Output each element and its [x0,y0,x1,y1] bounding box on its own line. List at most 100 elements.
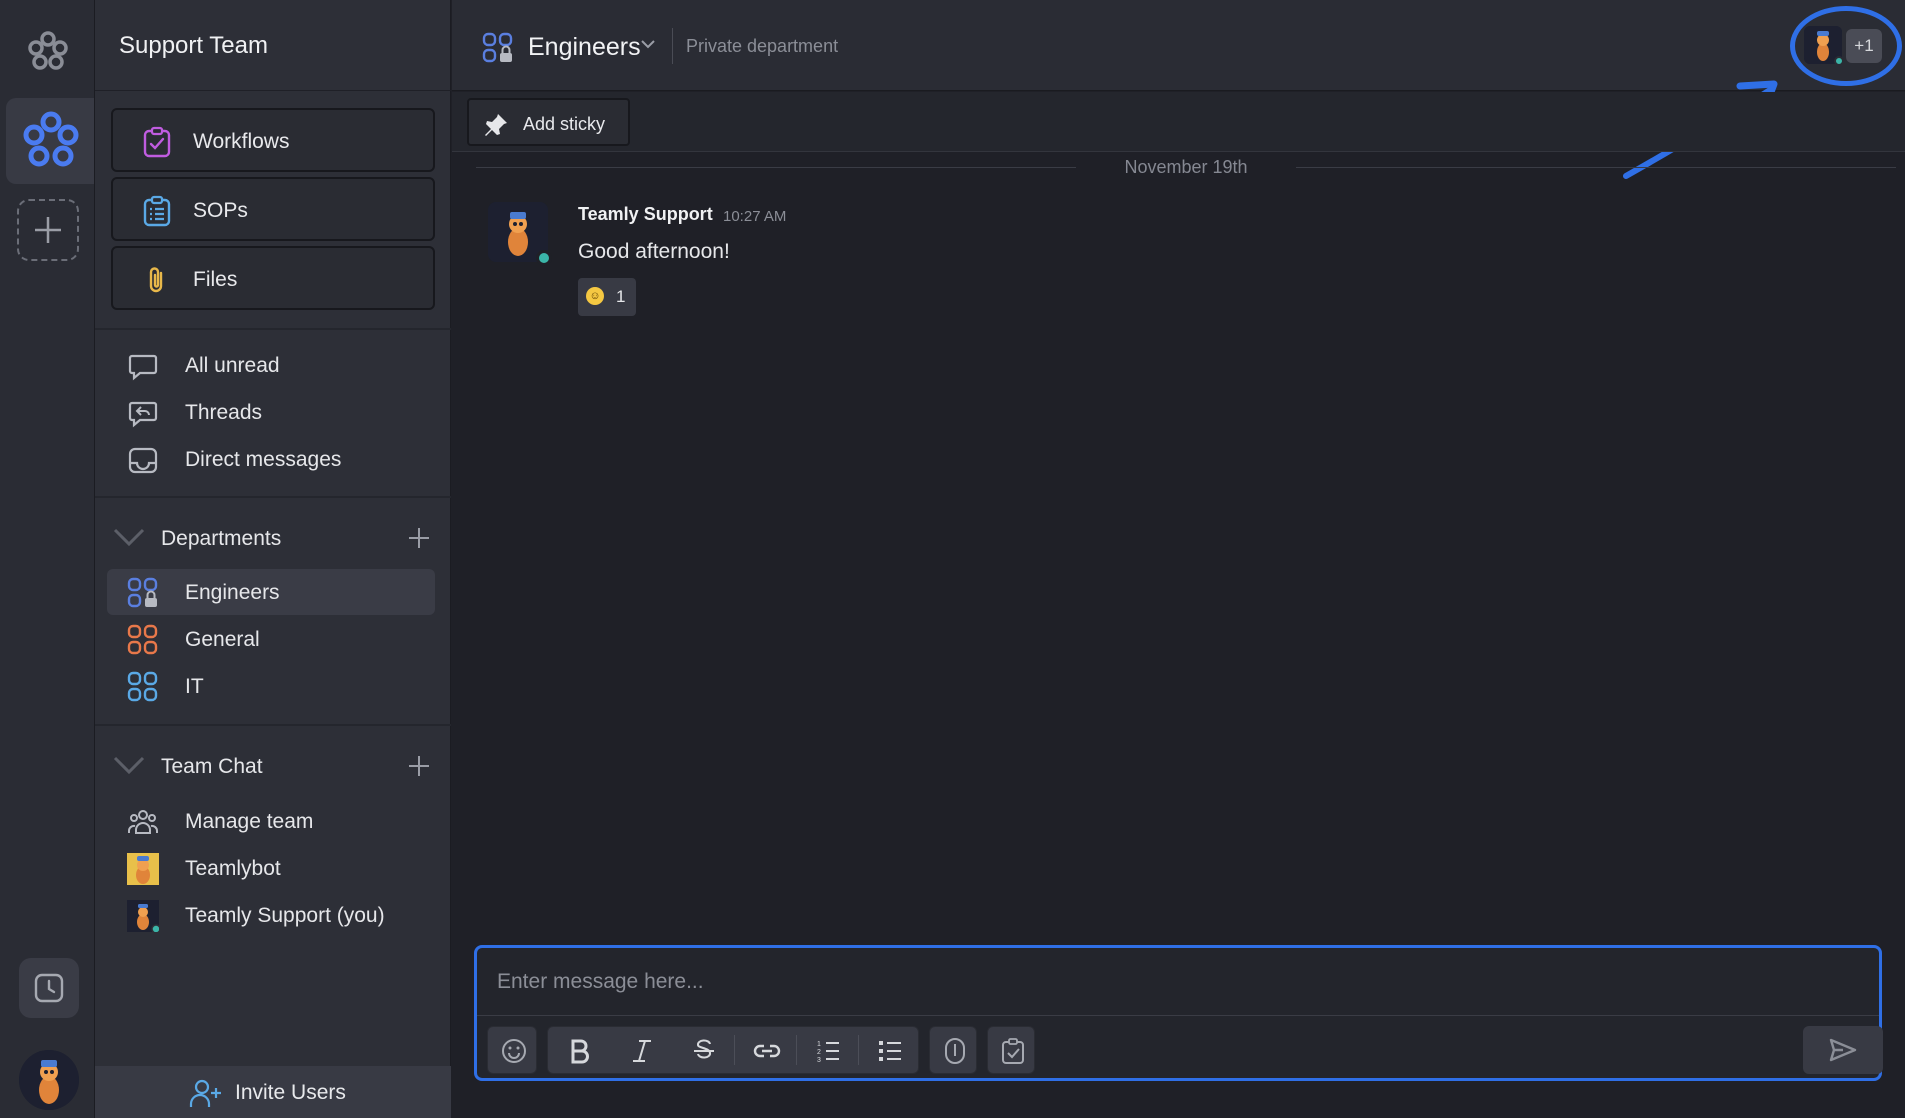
workflows-label: Workflows [193,130,290,153]
sidebar-item-label: Engineers [185,581,280,604]
workflows-button[interactable]: Workflows [111,108,435,172]
sidebar-item-it[interactable]: IT [107,663,435,709]
department-icon [127,624,158,655]
add-chat-icon[interactable] [407,754,431,778]
sidebar-item-label: Teamlybot [185,857,281,880]
strikethrough-icon [694,1039,714,1059]
divider [95,724,451,726]
send-button[interactable] [1803,1026,1883,1074]
attach-group [929,1026,977,1074]
sidebar-item-teamly-support[interactable]: Teamly Support (you) [107,892,435,938]
clipboard-list-icon [143,195,171,227]
sidebar-item-label: All unread [185,354,280,377]
message-input[interactable] [497,966,1857,998]
department-icon [127,671,158,702]
message[interactable]: Teamly Support 10:27 AM Good afternoon! … [488,202,1888,322]
sticky-toolbar: Add sticky [452,92,1905,152]
reaction-count: 1 [616,287,626,306]
invite-users-label: Invite Users [235,1081,346,1104]
task-group [987,1026,1035,1074]
sops-button[interactable]: SOPs [111,177,435,241]
numbered-list-icon: 1 2 3 [817,1041,839,1064]
bullet-list-icon [879,1041,901,1061]
user-avatar[interactable] [19,1050,79,1110]
sidebar-item-teamlybot[interactable]: Teamlybot [107,845,435,891]
message-input-area [477,948,1879,1016]
formatting-group: 1 2 3 [547,1026,919,1074]
message-body: Good afternoon! [578,240,730,263]
divider [95,90,451,91]
files-label: Files [193,268,238,291]
message-timestamp: 10:27 AM [723,208,787,225]
channel-name[interactable]: Engineers [528,33,641,62]
sidebar-item-manage-team[interactable]: Manage team [107,798,435,844]
sops-label: SOPs [193,199,248,222]
online-status-icon [536,250,552,266]
chevron-down-icon[interactable] [113,754,145,776]
link-button[interactable] [734,1027,796,1073]
link-icon [753,1044,781,1058]
strikethrough-button[interactable] [672,1027,734,1073]
add-user-icon [189,1079,221,1107]
svg-text:3: 3 [817,1057,821,1064]
grimace-emoji-icon: ☺ [586,287,604,305]
message-author[interactable]: Teamly Support [578,204,713,225]
files-button[interactable]: Files [111,246,435,310]
plus-icon [35,217,61,243]
sidebar-item-threads[interactable]: Threads [107,389,435,435]
channel-subtitle: Private department [686,36,839,56]
add-workspace-button[interactable] [17,199,79,261]
workspace-support-team-button[interactable] [6,98,94,184]
italic-icon [633,1040,651,1062]
reaction-button[interactable]: ☺ 1 [578,278,636,316]
message-composer: 1 2 3 [474,945,1883,1081]
sidebar-item-engineers[interactable]: Engineers [107,569,435,615]
app-logo-icon[interactable] [24,28,72,76]
sidebar-item-label: General [185,628,260,651]
sidebar-item-label: Direct messages [185,448,342,471]
clipboard-check-icon [1002,1038,1024,1064]
clock-icon [34,973,64,1003]
date-divider: November 19th [476,155,1896,181]
departments-label: Departments [161,527,282,550]
user-avatar [127,900,159,932]
bold-icon [571,1039,589,1064]
bullet-list-button[interactable] [858,1027,920,1073]
sidebar-item-label: Manage team [185,810,314,833]
numbered-list-button[interactable]: 1 2 3 [796,1027,858,1073]
workspace-rail [0,0,95,1118]
emoji-button[interactable] [482,1027,544,1073]
inbox-icon [128,447,158,474]
bot-avatar [127,853,159,885]
channel-view: Engineers Private department +1 Add stic… [452,0,1905,1118]
chevron-down-icon[interactable] [640,38,656,50]
add-sticky-button[interactable]: Add sticky [467,98,630,146]
team-icon [128,810,158,834]
add-department-icon[interactable] [407,526,431,550]
sidebar-item-all-unread[interactable]: All unread [107,342,435,388]
italic-button[interactable] [610,1027,672,1073]
divider [95,328,451,330]
invite-users-button[interactable]: Invite Users [95,1066,451,1118]
bold-button[interactable] [548,1027,610,1073]
clipboard-check-icon [143,126,171,158]
departments-section-header[interactable]: Departments [107,518,439,558]
create-task-button[interactable] [981,1027,1043,1073]
chat-bubble-icon [128,354,158,381]
paperclip-icon [945,1038,965,1064]
svg-text:2: 2 [817,1049,821,1056]
history-button[interactable] [19,958,79,1018]
team-chat-label: Team Chat [161,755,263,778]
private-department-icon [482,32,513,63]
sidebar-item-general[interactable]: General [107,616,435,662]
attach-file-button[interactable] [923,1027,985,1073]
thread-reply-icon [128,401,158,428]
send-icon [1829,1038,1857,1062]
chevron-down-icon[interactable] [113,526,145,548]
team-chat-section-header[interactable]: Team Chat [107,746,439,786]
workspace-title[interactable]: Support Team [119,32,268,60]
annotation-circle [1790,6,1902,86]
svg-text:1: 1 [817,1041,821,1048]
sidebar-item-label: IT [185,675,204,698]
sidebar-item-direct-messages[interactable]: Direct messages [107,436,435,482]
